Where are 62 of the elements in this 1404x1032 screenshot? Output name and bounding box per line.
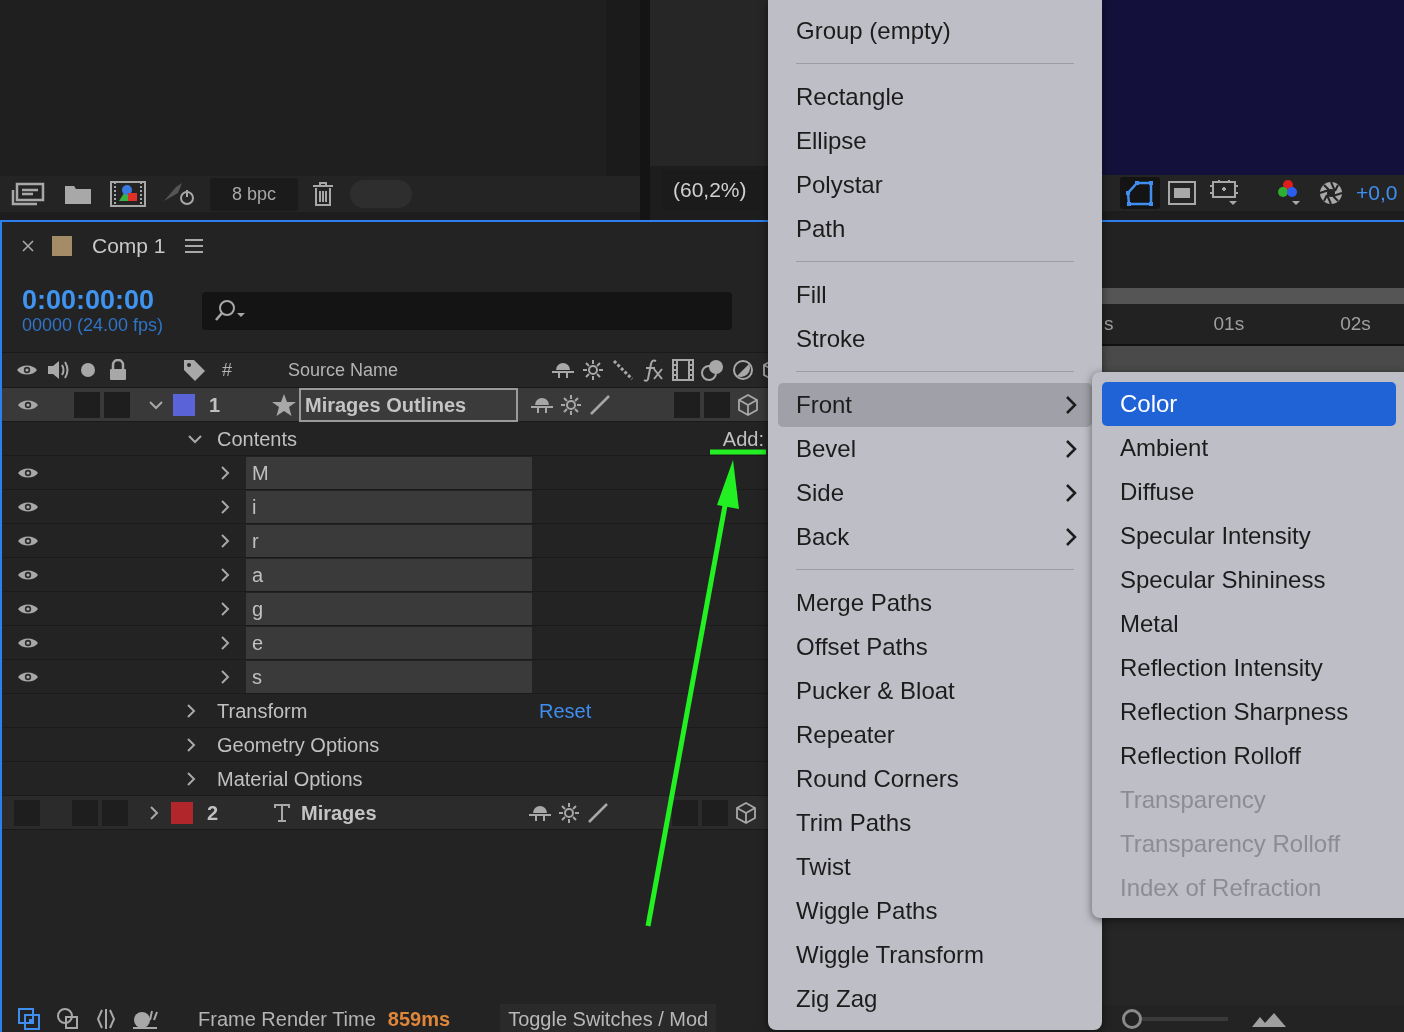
property-label[interactable]: Contents xyxy=(217,423,298,454)
menu-item[interactable]: Twist xyxy=(778,845,1092,889)
menu-item[interactable]: Repeater xyxy=(778,713,1092,757)
shape-group-name[interactable]: a xyxy=(246,558,532,591)
menu-item[interactable]: Reflection Sharpness xyxy=(1102,690,1396,734)
menu-item[interactable]: Reflection Rolloff xyxy=(1102,734,1396,778)
property-label[interactable]: Geometry Options xyxy=(217,729,539,760)
menu-item[interactable]: Offset Paths xyxy=(778,625,1092,669)
menu-item[interactable]: Path xyxy=(778,207,1092,251)
shape-group-name[interactable]: i xyxy=(246,490,532,523)
shape-group-name[interactable]: s xyxy=(246,660,532,693)
panel-tab[interactable]: Comp 1 xyxy=(92,230,166,262)
menu-item[interactable]: Ambient xyxy=(1102,426,1396,470)
render-time-value: 859ms xyxy=(387,1006,451,1032)
menu-item[interactable]: Rectangle xyxy=(778,75,1092,119)
menu-item[interactable]: Ellipse xyxy=(778,119,1092,163)
menu-item[interactable]: Polystar xyxy=(778,163,1092,207)
reset-link[interactable]: Reset xyxy=(539,695,592,726)
timecode[interactable]: 0:00:00:00 xyxy=(22,286,202,316)
ruler-label: 01s xyxy=(1213,311,1245,336)
layer-number: 2 xyxy=(206,800,220,826)
layer-name[interactable]: Mirages xyxy=(297,797,516,828)
menu-item[interactable]: Zig Zag xyxy=(778,977,1092,1021)
menu-item[interactable]: Round Corners xyxy=(778,757,1092,801)
menu-item[interactable]: Specular Intensity xyxy=(1102,514,1396,558)
layer-row[interactable]: 1 Mirages Outlines xyxy=(2,388,768,422)
shape-group-name[interactable]: g xyxy=(246,592,532,625)
menu-item[interactable]: Front xyxy=(778,383,1092,427)
menu-item[interactable]: Fill xyxy=(778,273,1092,317)
property-label[interactable]: Material Options xyxy=(217,763,539,794)
render-time-label: Frame Render Time xyxy=(198,1006,376,1032)
menu-item[interactable]: Pucker & Bloat xyxy=(778,669,1092,713)
menu-item[interactable]: Color xyxy=(1102,382,1396,426)
menu-item[interactable]: Trim Paths xyxy=(778,801,1092,845)
layer-row[interactable]: 2 Mirages xyxy=(2,796,768,830)
layer-name[interactable]: Mirages Outlines xyxy=(299,387,518,422)
toggle-switches-button[interactable]: Toggle Switches / Mod xyxy=(500,1003,717,1032)
ruler-label: s xyxy=(1104,311,1114,336)
menu-item[interactable]: Wiggle Paths xyxy=(778,889,1092,933)
add-menu-button[interactable]: Add: xyxy=(722,423,764,454)
ruler-label: 02s xyxy=(1340,311,1371,336)
menu-item[interactable]: Merge Paths xyxy=(778,581,1092,625)
frame-count: 00000 (24.00 fps) xyxy=(22,315,165,336)
menu-item[interactable]: Back xyxy=(778,515,1092,559)
menu-item[interactable]: Bevel xyxy=(778,427,1092,471)
bit-depth-button[interactable]: 8 bpc xyxy=(210,177,299,211)
menu-item[interactable]: Reflection Intensity xyxy=(1102,646,1396,690)
menu-item[interactable]: Metal xyxy=(1102,602,1396,646)
shape-group-name[interactable]: e xyxy=(246,626,532,659)
menu-item[interactable]: Wiggle Transform xyxy=(778,933,1092,977)
menu-item[interactable]: Stroke xyxy=(778,317,1092,361)
menu-item[interactable]: Diffuse xyxy=(1102,470,1396,514)
column-header: Source Name xyxy=(288,358,400,382)
layer-number: 1 xyxy=(208,392,222,418)
column-header: # xyxy=(222,358,233,382)
menu-item[interactable]: Side xyxy=(778,471,1092,515)
exposure-value[interactable]: +0,0 xyxy=(1356,177,1398,209)
property-label[interactable]: Transform xyxy=(217,695,539,726)
shape-group-name[interactable]: r xyxy=(246,524,532,557)
shape-group-name[interactable]: M xyxy=(246,456,532,489)
menu-item[interactable]: Group (empty) xyxy=(778,9,1092,53)
menu-item[interactable]: Specular Shininess xyxy=(1102,558,1396,602)
